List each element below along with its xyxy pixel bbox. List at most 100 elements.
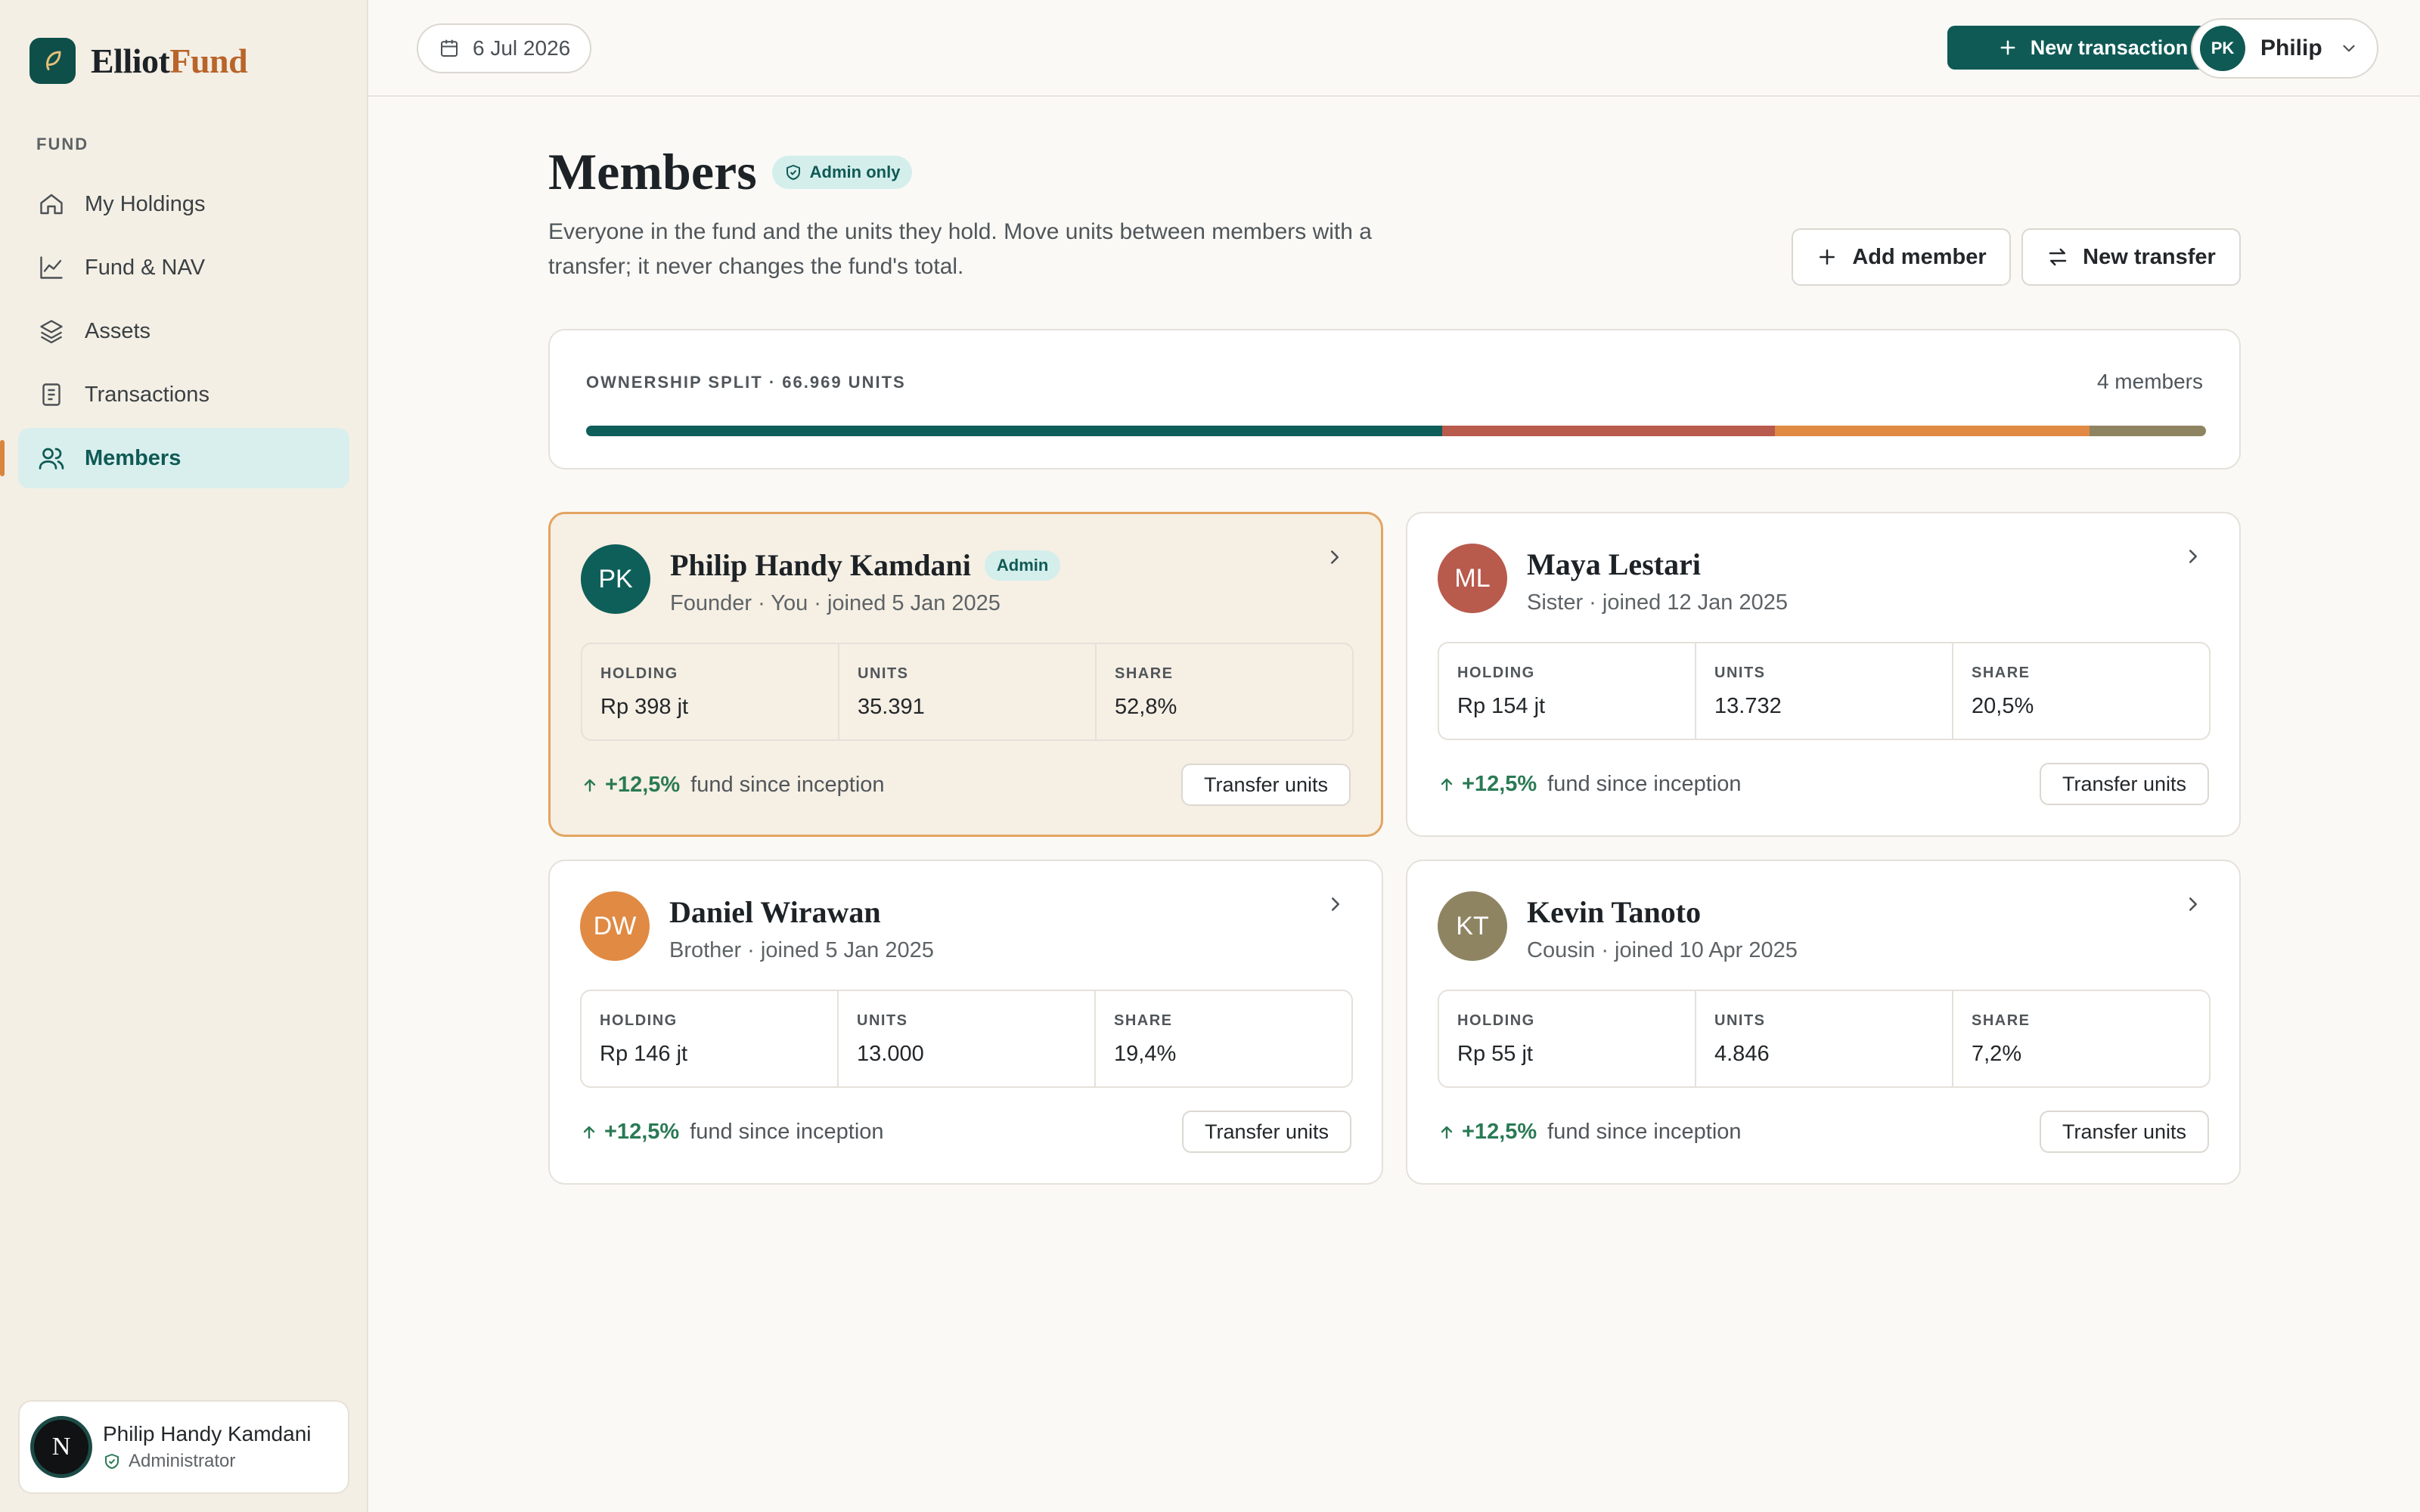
stat-share: SHARE 7,2% xyxy=(1953,991,2209,1086)
member-subtitle: Sister · joined 12 Jan 2025 xyxy=(1527,590,1788,615)
chevron-right-icon[interactable] xyxy=(1323,546,1346,569)
member-performance: +12,5% fund since inception xyxy=(581,773,885,798)
brand-name: ElliotFund xyxy=(91,41,248,81)
sidebar: ElliotFund FUND My Holdings Fund & NAV A… xyxy=(0,0,368,1512)
performance-value: +12,5% xyxy=(604,1120,680,1144)
date-picker[interactable]: 6 Jul 2026 xyxy=(417,23,592,73)
transfer-units-button[interactable]: Transfer units xyxy=(2040,1111,2209,1153)
document-icon xyxy=(42,383,60,406)
performance-label: fund since inception xyxy=(690,1120,884,1144)
chart-line-icon xyxy=(40,256,63,279)
performance-value: +12,5% xyxy=(1462,772,1537,796)
admin-only-badge: Admin only xyxy=(771,155,913,189)
new-transaction-label: New transaction xyxy=(2030,36,2189,59)
member-name-row: Daniel Wirawan xyxy=(669,894,881,930)
sidebar-item-transactions[interactable]: Transactions xyxy=(18,364,349,425)
stat-value: Rp 398 jt xyxy=(600,695,689,719)
stat-label: HOLDING xyxy=(1457,1012,1535,1029)
ownership-split-card: OWNERSHIP SPLIT · 66.969 UNITS 4 members xyxy=(548,329,2241,469)
member-count: 4 members xyxy=(2096,370,2203,393)
user-menu[interactable]: PK Philip xyxy=(2191,18,2378,79)
performance-value: +12,5% xyxy=(1462,1120,1537,1144)
stat-value: Rp 154 jt xyxy=(1457,694,1546,718)
stat-holding: HOLDING Rp 154 jt xyxy=(1439,643,1696,739)
add-member-button[interactable]: Add member xyxy=(1792,228,2011,286)
nav-section-label: FUND xyxy=(36,135,89,153)
leaf-logo-icon xyxy=(29,38,76,84)
brand[interactable]: ElliotFund xyxy=(29,38,248,84)
sidebar-item-label: Members xyxy=(85,445,182,470)
member-stats: HOLDING Rp 55 jt UNITS 4.846 SHARE 7,2% xyxy=(1438,990,2211,1088)
transfer-units-button[interactable]: Transfer units xyxy=(1182,1111,1351,1153)
admin-badge: Admin xyxy=(984,550,1061,581)
sidebar-item-fund-nav[interactable]: Fund & NAV xyxy=(18,237,349,298)
member-card[interactable]: ML Maya Lestari Sister · joined 12 Jan 2… xyxy=(1406,512,2241,837)
user-info: Philip Handy Kamdani Administrator xyxy=(103,1422,312,1472)
member-performance: +12,5% fund since inception xyxy=(1438,772,1742,797)
stat-label: SHARE xyxy=(1115,665,1174,682)
chevron-down-icon xyxy=(2343,45,2355,52)
performance-value: +12,5% xyxy=(605,773,681,797)
chevron-right-icon[interactable] xyxy=(2182,545,2204,568)
arrow-up-icon xyxy=(584,779,596,792)
stat-label: UNITS xyxy=(857,1012,908,1029)
stat-value: 19,4% xyxy=(1114,1042,1177,1066)
stat-units: UNITS 4.846 xyxy=(1696,991,1953,1086)
new-transfer-label: New transfer xyxy=(2083,244,2216,269)
member-stats: HOLDING Rp 146 jt UNITS 13.000 SHARE 19,4% xyxy=(580,990,1353,1088)
sidebar-item-assets[interactable]: Assets xyxy=(18,301,349,361)
page-title: Members xyxy=(548,143,757,200)
member-subtitle: Brother · joined 5 Jan 2025 xyxy=(669,938,934,962)
stat-holding: HOLDING Rp 398 jt xyxy=(582,644,839,739)
arrow-up-icon xyxy=(1441,778,1453,791)
stat-units: UNITS 35.391 xyxy=(839,644,1097,739)
transfer-units-button[interactable]: Transfer units xyxy=(1181,764,1351,806)
add-member-label: Add member xyxy=(1852,244,1987,269)
avatar: N xyxy=(30,1416,92,1478)
member-name: Daniel Wirawan xyxy=(669,895,881,929)
page-description: Everyone in the fund and the units they … xyxy=(548,219,1372,279)
brand-name-part2: Fund xyxy=(169,42,248,80)
sidebar-user-card[interactable]: N Philip Handy Kamdani Administrator xyxy=(18,1400,349,1494)
stat-value: 20,5% xyxy=(1972,694,2034,718)
home-icon xyxy=(40,194,63,215)
stat-value: 13.000 xyxy=(857,1042,924,1066)
sidebar-item-label: Transactions xyxy=(85,382,209,407)
new-transfer-button[interactable]: New transfer xyxy=(2021,228,2241,286)
member-card[interactable]: KT Kevin Tanoto Cousin · joined 10 Apr 2… xyxy=(1406,860,2241,1185)
stat-label: UNITS xyxy=(858,665,909,682)
member-stats: HOLDING Rp 154 jt UNITS 13.732 SHARE 20,5% xyxy=(1438,642,2211,740)
member-card[interactable]: PK Philip Handy Kamdani Admin Founder · … xyxy=(548,512,1383,837)
sidebar-item-members[interactable]: Members xyxy=(0,428,349,488)
member-performance: +12,5% fund since inception xyxy=(580,1120,884,1145)
member-name-row: Maya Lestari xyxy=(1527,547,1701,582)
layers-icon xyxy=(40,320,63,344)
chevron-right-icon[interactable] xyxy=(2182,893,2204,916)
brand-name-part1: Elliot xyxy=(91,42,170,80)
title-row: Members Admin only xyxy=(548,142,913,202)
avatar: DW xyxy=(580,891,650,961)
avatar: ML xyxy=(1438,544,1507,613)
transfer-arrows-icon xyxy=(2049,248,2067,266)
user-name: Philip Handy Kamdani xyxy=(103,1422,312,1445)
chevron-right-icon[interactable] xyxy=(1324,893,1347,916)
shield-check-icon xyxy=(786,164,800,180)
stat-label: SHARE xyxy=(1972,665,2031,681)
stat-value: 13.732 xyxy=(1714,694,1782,718)
stat-label: UNITS xyxy=(1714,1012,1766,1029)
sidebar-item-my-holdings[interactable]: My Holdings xyxy=(18,174,349,234)
stat-holding: HOLDING Rp 146 jt xyxy=(582,991,839,1086)
user-menu-name: Philip xyxy=(2260,36,2322,60)
stat-value: 35.391 xyxy=(858,695,925,719)
stat-holding: HOLDING Rp 55 jt xyxy=(1439,991,1696,1086)
stat-value: 52,8% xyxy=(1115,695,1177,719)
member-stats: HOLDING Rp 398 jt UNITS 35.391 SHARE 52,8% xyxy=(581,643,1354,741)
transfer-units-button[interactable]: Transfer units xyxy=(2040,763,2209,805)
member-name: Maya Lestari xyxy=(1527,547,1701,581)
stat-value: 4.846 xyxy=(1714,1042,1770,1066)
topbar: 6 Jul 2026 New transaction PK Philip xyxy=(368,0,2420,97)
member-card[interactable]: DW Daniel Wirawan Brother · joined 5 Jan… xyxy=(548,860,1383,1185)
app-window: ElliotFund FUND My Holdings Fund & NAV A… xyxy=(0,0,2420,1512)
ownership-segment xyxy=(586,426,1443,436)
member-name: Kevin Tanoto xyxy=(1527,895,1702,929)
